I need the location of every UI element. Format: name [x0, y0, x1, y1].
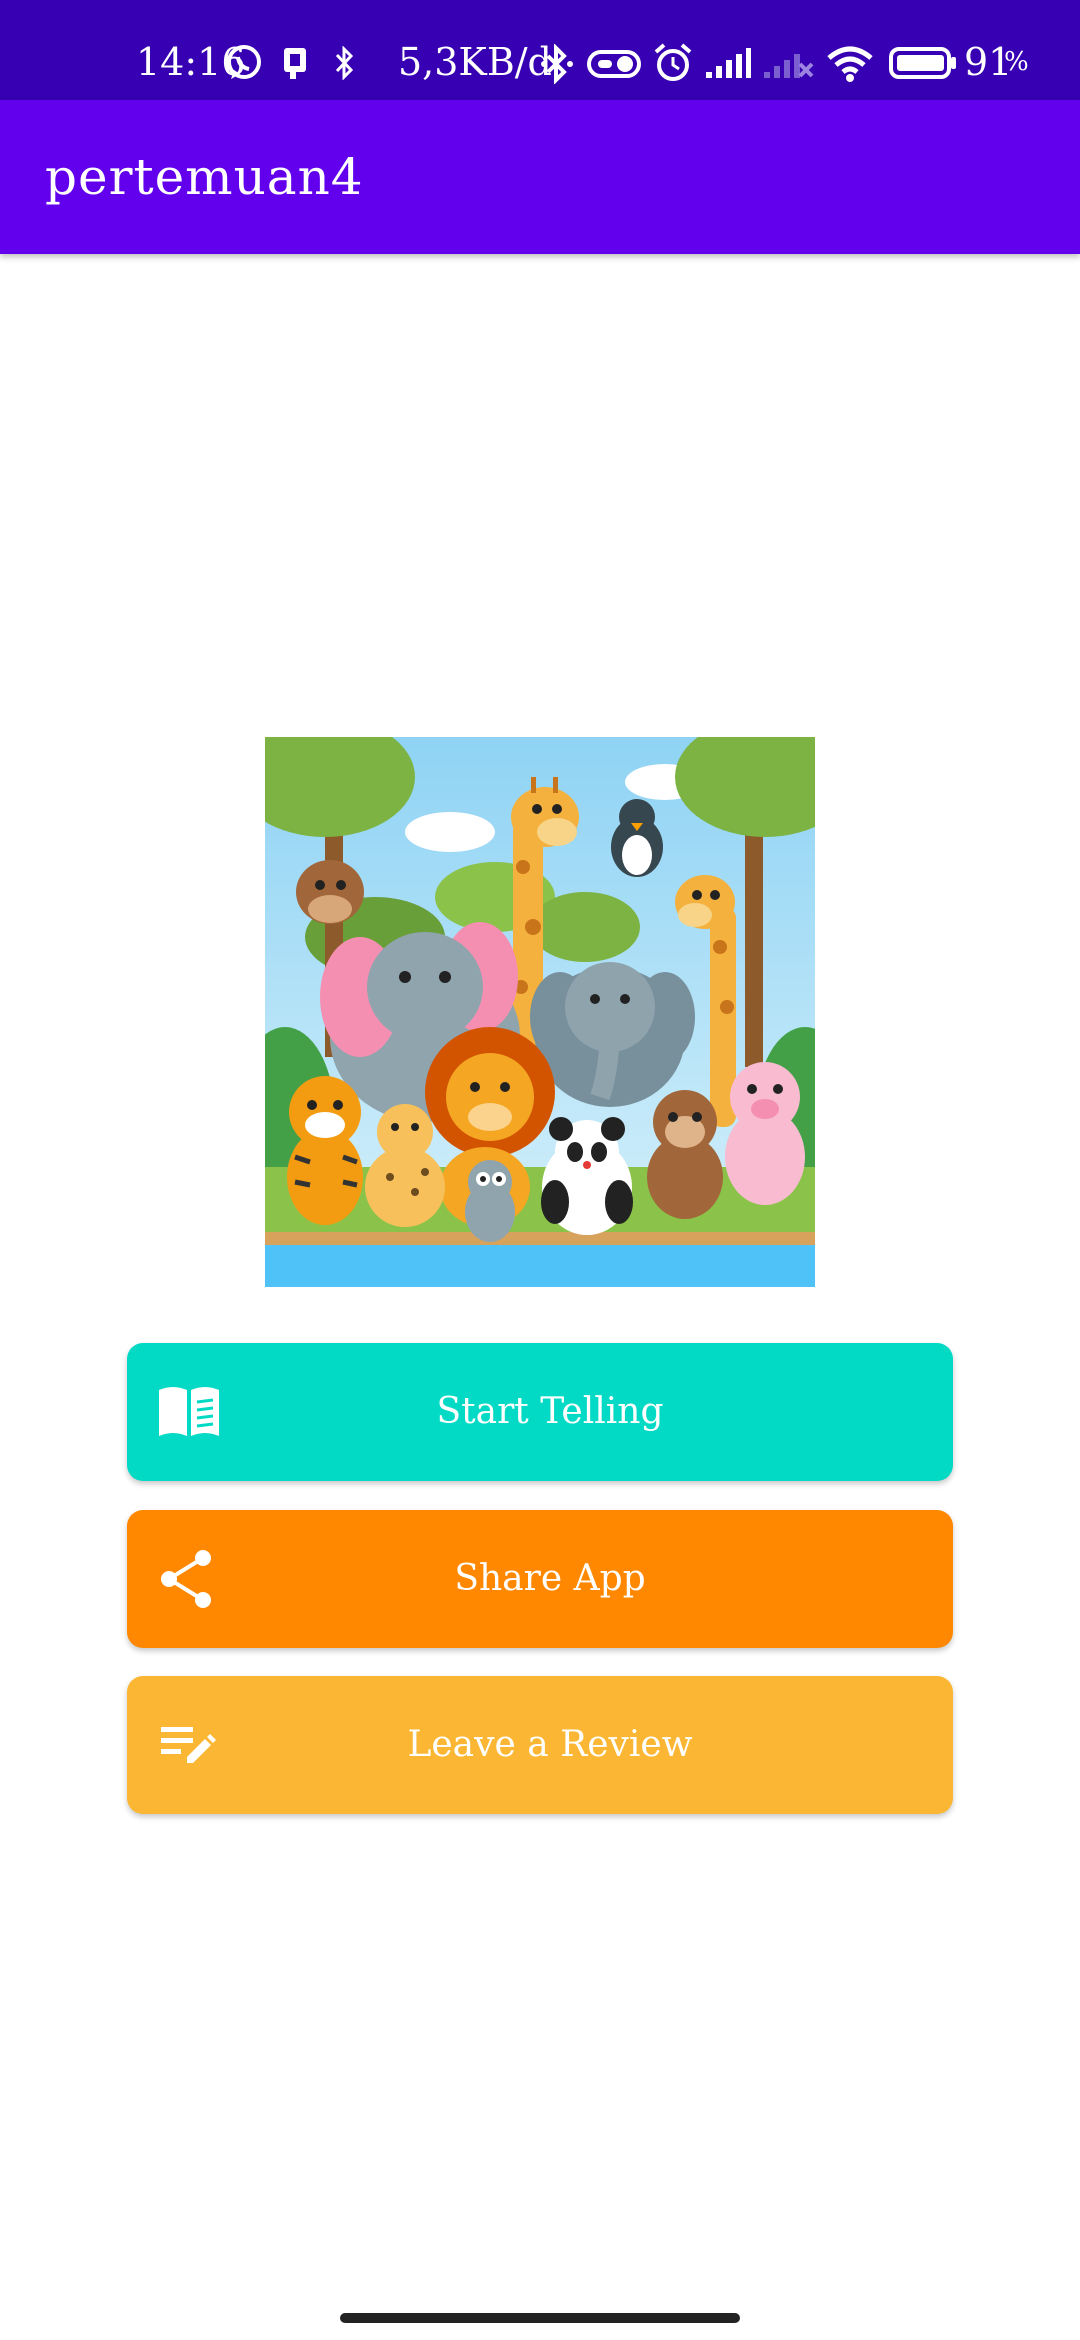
share-app-button[interactable]: Share App	[127, 1510, 953, 1648]
app-title: pertemuan4	[45, 148, 364, 206]
bluetooth-icon	[335, 46, 354, 80]
jungle-animals-illustration	[265, 737, 815, 1287]
wifi-icon	[827, 46, 873, 82]
status-bar: 14:16 5,3KB/d 91 %	[0, 0, 1080, 100]
start-telling-button[interactable]: Start Telling	[127, 1343, 953, 1481]
leave-review-button[interactable]: Leave a Review	[127, 1676, 953, 1814]
battery-icon	[889, 47, 956, 79]
network-speed: 5,3KB/d	[398, 40, 552, 84]
leave-review-label: Leave a Review	[407, 1724, 693, 1765]
battery-percent-sign: %	[1004, 47, 1029, 77]
bluetooth-connected-icon	[541, 44, 573, 84]
app-bar: pertemuan4	[0, 100, 1080, 254]
signal-no-service-icon	[764, 54, 814, 78]
start-telling-label: Start Telling	[436, 1391, 664, 1432]
whatsapp-icon	[227, 45, 261, 79]
data-saver-toggle-icon	[587, 50, 641, 78]
signal-strength-icon	[706, 48, 751, 78]
home-indicator[interactable]	[340, 2313, 740, 2323]
hero-image	[265, 737, 815, 1287]
alarm-icon	[654, 43, 692, 81]
share-app-label: Share App	[454, 1558, 646, 1599]
sim-card-icon	[284, 48, 306, 79]
